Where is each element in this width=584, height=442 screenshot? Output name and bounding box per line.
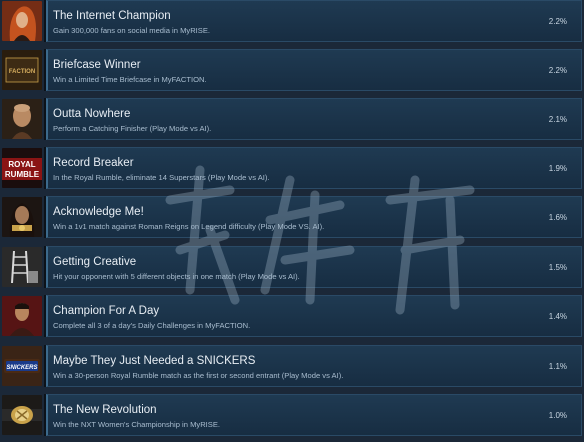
achievement-title: Record Breaker: [53, 157, 134, 169]
achievement-row[interactable]: Outta Nowhere Perform a Catching Finishe…: [0, 98, 584, 146]
achievement-description: Win a Limited Time Briefcase in MyFACTIO…: [53, 75, 207, 84]
ladder-objects-icon: [2, 247, 42, 287]
achievement-unlock-percent: 1.5%: [548, 263, 567, 272]
achievement-title: Getting Creative: [53, 256, 137, 268]
achievement-row[interactable]: Getting Creative Hit your opponent with …: [0, 246, 584, 294]
achievement-title: Champion For A Day: [53, 305, 160, 317]
achievement-title: The Internet Champion: [53, 10, 171, 22]
achievement-list: The Internet Champion Gain 300,000 fans …: [0, 0, 584, 440]
roman-reigns-portrait-icon: [2, 197, 42, 237]
achievement-row[interactable]: Champion For A Day Complete all 3 of a d…: [0, 295, 584, 343]
achievement-title: The New Revolution: [53, 404, 157, 416]
snickers-logo-text: SNICKERS: [6, 365, 37, 371]
achievement-description: Win a 1v1 match against Roman Reigns on …: [53, 222, 325, 231]
achievement-panel: Getting Creative Hit your opponent with …: [46, 246, 582, 288]
achievement-panel: Champion For A Day Complete all 3 of a d…: [46, 295, 582, 337]
achievement-unlock-percent: 1.6%: [548, 213, 567, 222]
achievement-title: Briefcase Winner: [53, 59, 141, 71]
bald-wrestler-portrait-icon: [2, 99, 42, 139]
rumble-logo-text: RUMBLE: [5, 170, 40, 179]
snickers-logo-icon: SNICKERS: [2, 346, 42, 386]
achievement-row[interactable]: SNICKERS Maybe They Just Needed a SNICKE…: [0, 345, 584, 393]
achievement-panel: Maybe They Just Needed a SNICKERS Win a …: [46, 345, 582, 387]
royal-logo-text: ROYAL: [8, 160, 35, 169]
achievement-unlock-percent: 1.9%: [548, 164, 567, 173]
faction-briefcase-logo-icon: FACTION: [2, 50, 42, 90]
achievement-panel: Outta Nowhere Perform a Catching Finishe…: [46, 98, 582, 140]
achievement-description: Win the NXT Women's Championship in MyRI…: [53, 420, 221, 429]
achievement-title: Acknowledge Me!: [53, 206, 144, 218]
faction-logo-text: FACTION: [9, 69, 35, 75]
achievement-unlock-percent: 2.2%: [548, 66, 567, 75]
achievement-unlock-percent: 1.0%: [548, 411, 567, 420]
achievement-unlock-percent: 1.1%: [548, 362, 567, 371]
achievement-description: Gain 300,000 fans on social media in MyR…: [53, 26, 211, 35]
achievement-title: Maybe They Just Needed a SNICKERS: [53, 355, 256, 367]
wrestler-red-hair-portrait-icon: [2, 1, 42, 41]
championship-belt-icon: [2, 395, 42, 435]
achievement-panel: Record Breaker In the Royal Rumble, elim…: [46, 147, 582, 189]
achievement-description: Complete all 3 of a day's Daily Challeng…: [53, 321, 251, 330]
achievement-unlock-percent: 2.2%: [548, 17, 567, 26]
achievement-row[interactable]: FACTION Briefcase Winner Win a Limited T…: [0, 49, 584, 97]
achievement-unlock-percent: 1.4%: [548, 312, 567, 321]
achievement-description: In the Royal Rumble, eliminate 14 Supers…: [53, 173, 270, 182]
achievement-panel: Briefcase Winner Win a Limited Time Brie…: [46, 49, 582, 91]
achievement-title: Outta Nowhere: [53, 108, 131, 120]
achievement-description: Win a 30-person Royal Rumble match as th…: [53, 371, 344, 380]
achievement-row[interactable]: ROYAL RUMBLE Record Breaker In the Royal…: [0, 147, 584, 195]
achievement-row[interactable]: The Internet Champion Gain 300,000 fans …: [0, 0, 584, 48]
achievement-panel: Acknowledge Me! Win a 1v1 match against …: [46, 196, 582, 238]
achievement-panel: The Internet Champion Gain 300,000 fans …: [46, 0, 582, 42]
achievement-unlock-percent: 2.1%: [548, 115, 567, 124]
achievement-description: Perform a Catching Finisher (Play Mode v…: [53, 124, 212, 133]
achievement-row[interactable]: Acknowledge Me! Win a 1v1 match against …: [0, 196, 584, 244]
achievement-row[interactable]: The New Revolution Win the NXT Women's C…: [0, 394, 584, 442]
achievement-panel: The New Revolution Win the NXT Women's C…: [46, 394, 582, 436]
royal-rumble-logo-icon: ROYAL RUMBLE: [2, 148, 42, 188]
achievement-description: Hit your opponent with 5 different objec…: [53, 272, 300, 281]
champion-portrait-icon: [2, 296, 42, 336]
